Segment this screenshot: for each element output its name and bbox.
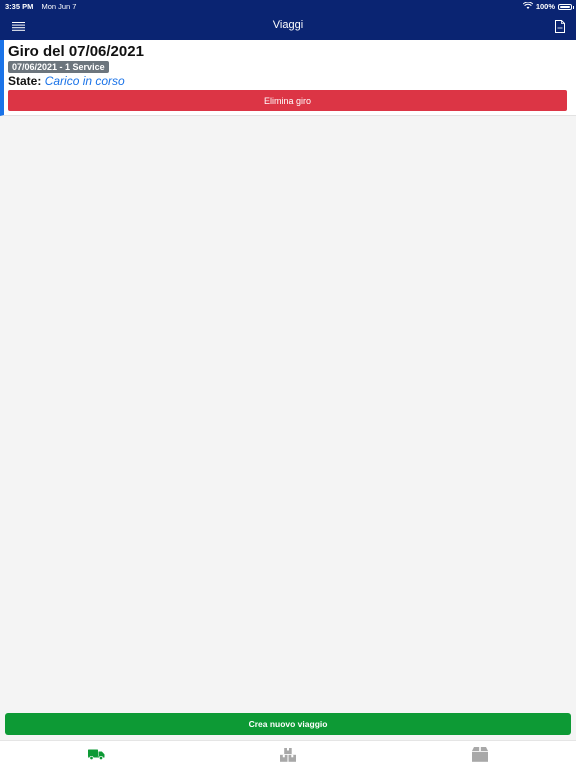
trip-state: State: Carico in corso — [8, 74, 125, 88]
boxes-icon — [280, 747, 296, 762]
delete-trip-button[interactable]: Elimina giro — [8, 90, 567, 111]
trip-title: Giro del 07/06/2021 — [8, 43, 144, 60]
truck-icon — [87, 749, 104, 760]
tab-stock[interactable] — [192, 741, 384, 768]
wifi-icon — [522, 1, 533, 11]
document-icon — [555, 19, 565, 33]
trip-badge: 07/06/2021 - 1 Service — [8, 61, 109, 73]
status-right: 100% — [522, 1, 574, 11]
tab-bar — [0, 740, 576, 768]
pdf-button[interactable] — [550, 17, 570, 35]
status-date: Mon Jun 7 — [41, 2, 77, 11]
create-trip-button[interactable]: Crea nuovo viaggio — [5, 713, 571, 735]
tab-trips[interactable] — [0, 741, 192, 768]
status-left: 3:35 PM Mon Jun 7 — [5, 2, 76, 11]
status-time: 3:35 PM — [5, 2, 34, 11]
navigation-bar: Viaggi — [0, 12, 576, 40]
page-title: Viaggi — [272, 19, 304, 31]
battery-icon — [558, 3, 574, 10]
tab-packages[interactable] — [384, 741, 576, 768]
state-value: Carico in corso — [44, 74, 125, 88]
state-label: State: — [8, 74, 42, 88]
battery-percent: 100% — [535, 2, 555, 11]
trip-card: Giro del 07/06/2021 07/06/2021 - 1 Servi… — [0, 40, 576, 116]
package-icon — [472, 747, 488, 762]
status-bar: 3:35 PM Mon Jun 7 100% — [0, 0, 576, 12]
